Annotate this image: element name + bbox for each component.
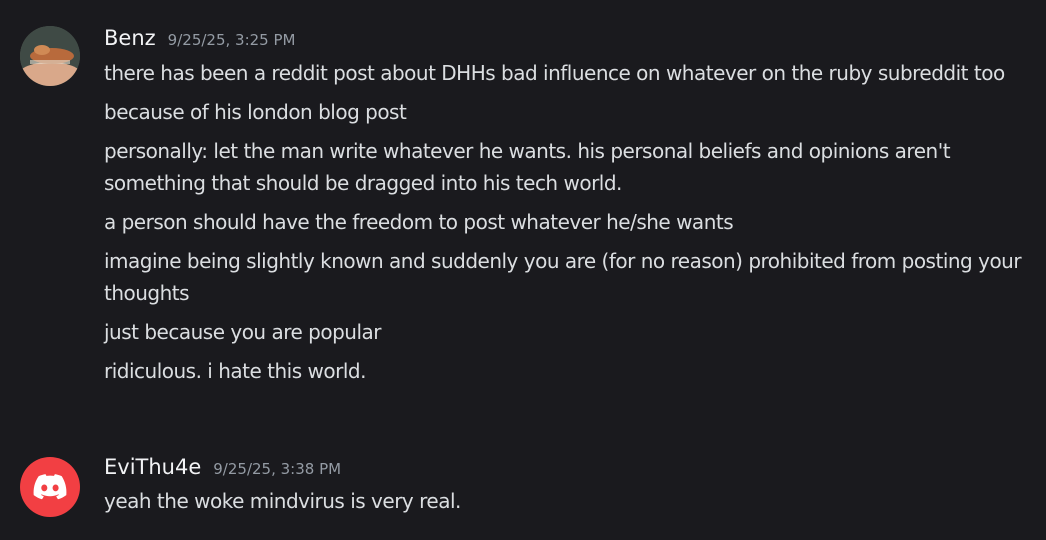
discord-logo-icon — [33, 474, 67, 500]
timestamp[interactable]: 9/25/25, 3:25 PM — [168, 31, 296, 49]
message-line: yeah the woke mindvirus is very real. — [104, 489, 461, 513]
message-line: imagine being slightly known and suddenl… — [104, 249, 1022, 305]
message-line: ridiculous. i hate this world. — [104, 359, 366, 383]
username[interactable]: EviThu4e — [104, 455, 201, 479]
message-content: EviThu4e 9/25/25, 3:38 PM yeah the woke … — [104, 455, 1026, 524]
timestamp[interactable]: 9/25/25, 3:38 PM — [213, 460, 341, 478]
user-photo-avatar-icon — [20, 26, 80, 86]
message-line: because of his london blog post — [104, 100, 407, 124]
user-avatar[interactable] — [20, 457, 80, 517]
message-header: EviThu4e 9/25/25, 3:38 PM — [104, 455, 1026, 485]
message-header: Benz 9/25/25, 3:25 PM — [104, 26, 1026, 56]
message-line: personally: let the man write whatever h… — [104, 139, 951, 195]
username[interactable]: Benz — [104, 26, 156, 50]
message-line: just because you are popular — [104, 320, 382, 344]
message-content: Benz 9/25/25, 3:25 PM there has been a r… — [104, 26, 1026, 394]
user-avatar[interactable] — [20, 26, 80, 86]
message-line: there has been a reddit post about DHHs … — [104, 61, 1005, 85]
message-line: a person should have the freedom to post… — [104, 210, 734, 234]
